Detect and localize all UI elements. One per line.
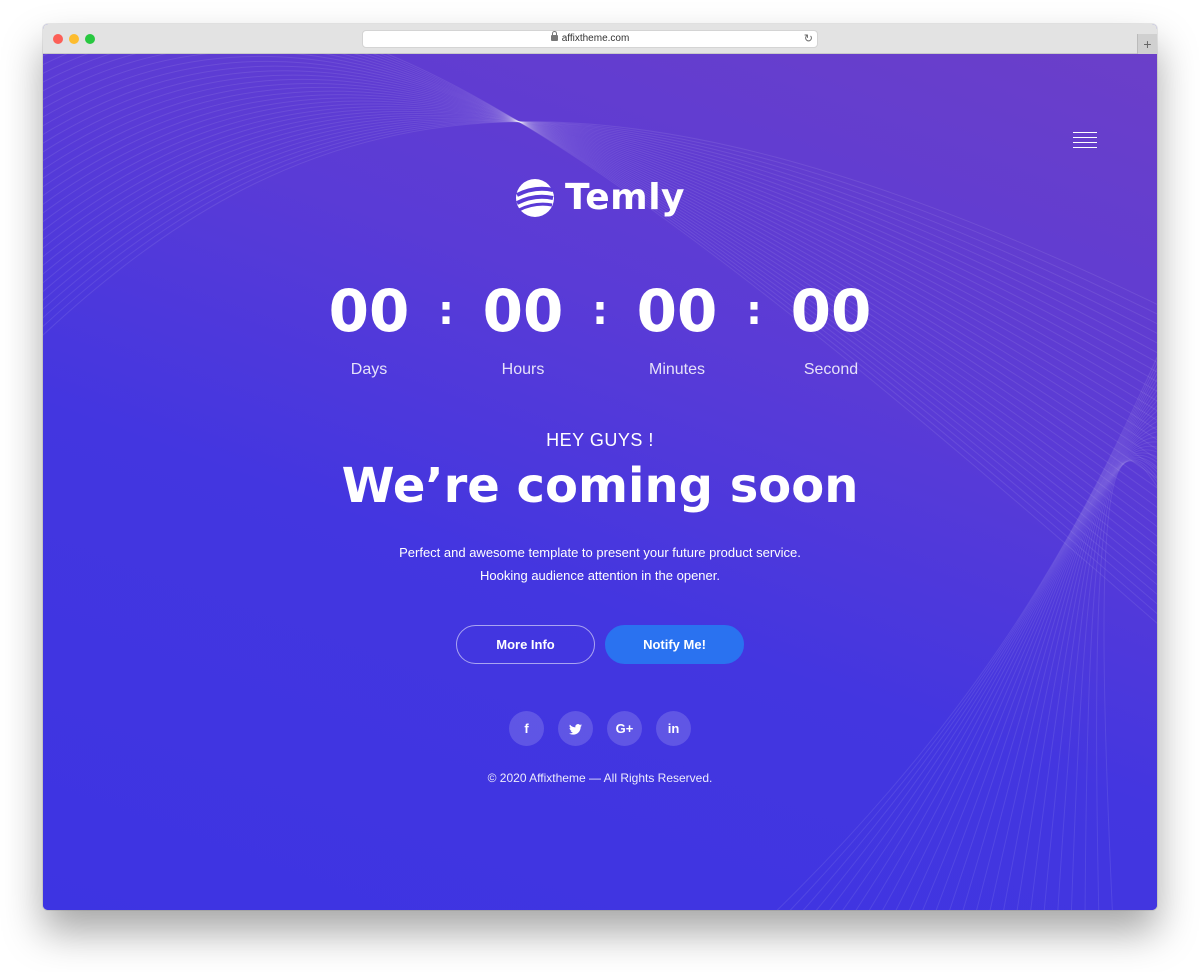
more-info-button[interactable]: More Info bbox=[456, 625, 595, 664]
hours-label: Hours bbox=[501, 361, 545, 378]
days-value: 00 bbox=[328, 277, 410, 345]
countdown-days: 00 Days bbox=[292, 280, 446, 379]
browser-titlebar: affixtheme.com ↻ + bbox=[43, 24, 1157, 54]
new-tab-button[interactable]: + bbox=[1137, 34, 1157, 54]
brand-name: Temly bbox=[564, 177, 685, 218]
hero-eyebrow: HEY GUYS ! bbox=[546, 430, 654, 450]
countdown-timer: 00 Days : 00 Hours : 00 Minutes : 00 Sec… bbox=[43, 280, 1157, 380]
browser-window: affixtheme.com ↻ + Temly 00 Days: 00 Ho… bbox=[43, 24, 1157, 910]
brand-logo[interactable]: Temly bbox=[43, 177, 1157, 223]
wave-line bbox=[1096, 460, 1157, 910]
url-text: affixtheme.com bbox=[561, 33, 630, 44]
minutes-label: Minutes bbox=[648, 361, 706, 378]
seconds-value: 00 bbox=[790, 277, 872, 345]
description-line-1: Perfect and awesome template to present … bbox=[399, 545, 801, 560]
close-window-button[interactable] bbox=[53, 34, 63, 44]
notify-me-button[interactable]: Notify Me! bbox=[605, 625, 744, 664]
hamburger-menu-icon[interactable] bbox=[1073, 132, 1097, 149]
countdown-seconds: 00 Second bbox=[754, 280, 908, 379]
countdown-minutes: 00 Minutes bbox=[600, 280, 754, 379]
minutes-value: 00 bbox=[636, 277, 718, 345]
maximize-window-button[interactable] bbox=[85, 34, 95, 44]
sphere-logo-icon bbox=[515, 178, 554, 217]
minimize-window-button[interactable] bbox=[69, 34, 79, 44]
address-bar[interactable]: affixtheme.com ↻ bbox=[362, 30, 818, 48]
hero-headline: We’re coming soon bbox=[341, 458, 859, 514]
wave-line bbox=[1103, 460, 1157, 910]
twitter-icon[interactable] bbox=[558, 711, 593, 746]
page-viewport: Temly 00 Days : 00 Hours : 00 Minutes : … bbox=[43, 54, 1157, 910]
wave-line bbox=[802, 367, 1157, 910]
wave-line bbox=[789, 361, 1157, 910]
days-label: Days bbox=[350, 361, 388, 378]
lock-icon bbox=[550, 31, 558, 41]
countdown-hours: 00 Hours bbox=[446, 280, 600, 379]
facebook-icon[interactable]: f bbox=[509, 711, 544, 746]
seconds-label: Second bbox=[803, 361, 859, 378]
google-plus-icon[interactable]: G+ bbox=[607, 711, 642, 746]
linkedin-icon[interactable]: in bbox=[656, 711, 691, 746]
twitter-bird-icon bbox=[569, 724, 582, 735]
reload-icon[interactable]: ↻ bbox=[804, 31, 813, 47]
wave-line bbox=[1003, 445, 1157, 910]
description-line-2: Hooking audience attention in the opener… bbox=[480, 568, 720, 583]
hero-description: Perfect and awesome template to present … bbox=[43, 541, 1157, 587]
hours-value: 00 bbox=[482, 277, 564, 345]
copyright-text: © 2020 Affixtheme — All Rights Reserved. bbox=[487, 771, 713, 785]
